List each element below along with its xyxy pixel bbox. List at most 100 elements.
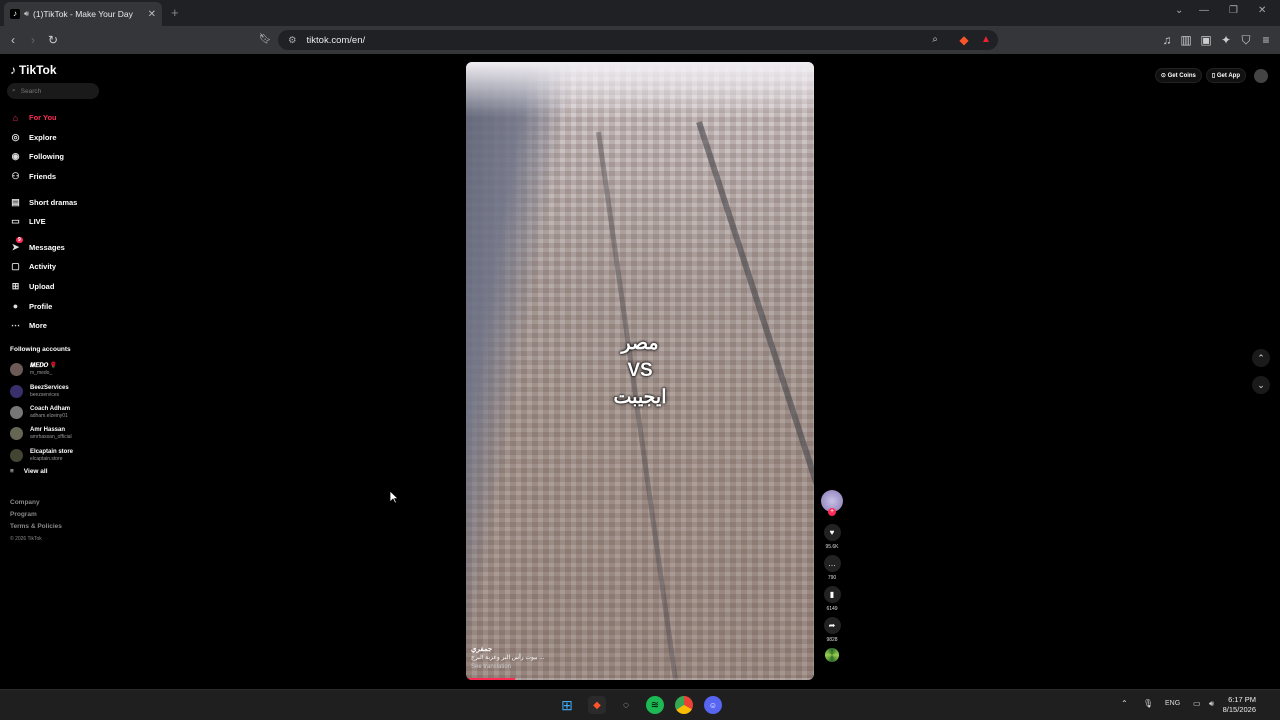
search-input[interactable]: ⌕ Search — [7, 83, 99, 99]
home-icon: ⌂ — [12, 112, 19, 123]
share-action[interactable]: ➦ 9828 — [820, 617, 844, 645]
view-all-button[interactable]: ≡ View all — [10, 468, 48, 475]
chevron-up-icon: ⌃ — [1257, 352, 1265, 363]
footer-program-link[interactable]: Program — [10, 509, 62, 521]
minimize-icon[interactable]: — — [1199, 5, 1209, 16]
show-hidden-icons-icon[interactable]: ⌃ — [1121, 699, 1128, 708]
app-icon[interactable]: ◌ — [617, 696, 635, 714]
nav-explore[interactable]: ◎ Explore — [10, 128, 110, 148]
account-item[interactable]: BeezServices beezservices — [10, 380, 110, 401]
nav-activity[interactable]: ▢ Activity — [10, 257, 110, 277]
media-icon[interactable]: ♫ — [1159, 32, 1175, 48]
bookmark-icon[interactable]: ▮ — [823, 586, 841, 603]
network-icon[interactable]: ▭ — [1193, 699, 1201, 708]
avatar — [10, 384, 23, 398]
nav-following[interactable]: ◉ Following — [10, 147, 110, 167]
nav-upload[interactable]: ⊞ Upload — [10, 277, 110, 297]
heart-icon[interactable]: ♥ — [823, 524, 841, 541]
messages-badge: 9 — [16, 236, 23, 243]
sidebar-icon[interactable]: ▥ — [1178, 32, 1194, 48]
reload-icon[interactable]: ↻ — [45, 32, 61, 48]
microphone-icon[interactable]: 🎙︎ — [1143, 699, 1153, 708]
windows-start-icon[interactable]: ⊞ — [558, 696, 576, 714]
new-tab-button[interactable]: + — [171, 5, 179, 20]
follow-plus-icon[interactable]: + — [828, 508, 836, 516]
tiktok-logo[interactable]: ♪ TikTok — [10, 63, 57, 77]
discord-icon[interactable]: ☺ — [704, 696, 722, 714]
get-app-button[interactable]: ▯ Get App — [1205, 68, 1246, 83]
spotify-icon[interactable]: ≋ — [646, 696, 664, 714]
nav-live[interactable]: ▭ LIVE — [10, 212, 110, 232]
system-clock[interactable]: 6:17 PM 8/15/2026 — [1223, 695, 1256, 715]
vpn-icon[interactable]: ⛉ — [1238, 32, 1254, 48]
window-close-icon[interactable]: ✕ — [1258, 5, 1266, 16]
close-tab-icon[interactable]: ✕ — [148, 9, 156, 20]
comment-icon[interactable]: … — [823, 555, 841, 572]
account-item[interactable]: Amr Hassan amrhassan_official — [10, 423, 110, 444]
back-icon[interactable]: ‹ — [5, 32, 21, 48]
nav-short-dramas[interactable]: ▤ Short dramas — [10, 192, 110, 212]
nav-friends[interactable]: ⚇ Friends — [10, 167, 110, 187]
brave-shields-icon[interactable]: ◆ — [956, 32, 972, 48]
sidebar-nav: ⌂ For You ◎ Explore ◉ Following ⚇ Friends ▤ S… — [10, 108, 110, 336]
nav-more[interactable]: ⋯ More — [10, 316, 110, 336]
audio-playing-icon[interactable]: 🔊︎ — [24, 9, 29, 19]
music-disc-icon[interactable] — [825, 648, 839, 662]
get-coins-button[interactable]: ⊙ Get Coins — [1154, 68, 1202, 83]
volume-icon[interactable]: 🔊︎ — [1209, 699, 1214, 709]
account-item[interactable]: Coach Adham adham.elzeiny01 — [10, 402, 110, 423]
footer-company-link[interactable]: Company — [10, 497, 62, 509]
like-action[interactable]: ♥ 95.6K — [820, 524, 844, 552]
video-progress-bar[interactable] — [466, 678, 814, 680]
live-icon: ▭ — [11, 216, 20, 227]
previous-video-button[interactable]: ⌃ — [1252, 349, 1270, 367]
tiktok-favicon-icon: ♪ — [10, 9, 20, 19]
user-avatar[interactable] — [1254, 68, 1268, 83]
language-indicator[interactable]: ENG — [1165, 700, 1180, 707]
video-author[interactable]: جمفري — [471, 645, 544, 654]
video-actions: + ♥ 95.6K … 790 ▮ 6149 ➦ 9828 — [820, 490, 844, 662]
bookmark-icon[interactable]: 🔖︎ — [257, 32, 273, 48]
brave-rewards-icon[interactable]: ▲ — [978, 32, 994, 48]
os-taskbar: ⊞ ◆ ◌ ≋ ☺ ⌃ 🎙︎ ENG ▭ 🔊︎ 6:17 PM 8/15/202… — [0, 689, 1280, 720]
upload-icon: ⊞ — [11, 281, 20, 292]
footer-terms-link[interactable]: Terms & Policies — [10, 521, 62, 533]
see-translation-link[interactable]: See translation — [471, 663, 544, 672]
nav-profile[interactable]: ● Profile — [10, 296, 110, 316]
browser-tab-bar: ♪ 🔊︎ (1)TikTok - Make Your Day ✕ + ⌄ — ❐… — [0, 0, 1280, 26]
nav-messages[interactable]: ➤ 9 Messages — [10, 236, 110, 258]
maximize-icon[interactable]: ❐ — [1229, 5, 1238, 16]
video-player[interactable]: مصر VS ايجيبت جمفري بيوت رأس البر وعزبة … — [466, 62, 814, 680]
save-action[interactable]: ▮ 6149 — [820, 586, 844, 614]
search-icon: ⌕ — [12, 87, 16, 94]
tab-search-icon[interactable]: ⌄ — [1175, 5, 1183, 16]
share-icon[interactable]: ➦ — [823, 617, 841, 634]
creator-avatar[interactable]: + — [821, 490, 843, 516]
next-video-button[interactable]: ⌄ — [1252, 376, 1270, 394]
forward-icon[interactable]: › — [25, 32, 41, 48]
following-icon: ◉ — [11, 151, 20, 162]
following-accounts-list: 𝑴𝑬𝑫𝑶 🌹 m_medo_ BeezServices beezservices C… — [10, 359, 110, 466]
leo-ai-icon[interactable]: ✦ — [1218, 32, 1234, 48]
chevron-down-icon: ⌄ — [1257, 379, 1265, 390]
nav-for-you[interactable]: ⌂ For You — [10, 108, 110, 128]
comment-action[interactable]: … 790 — [820, 555, 844, 583]
menu-icon[interactable]: ≡ — [1258, 32, 1274, 48]
chrome-icon[interactable] — [675, 696, 693, 714]
wallet-icon[interactable]: ▣ — [1198, 32, 1214, 48]
brave-browser-icon[interactable]: ◆ — [588, 696, 606, 714]
compass-icon: ◎ — [11, 131, 20, 142]
site-info-icon[interactable]: ⚙︎ — [288, 35, 297, 46]
video-frame-sky — [466, 62, 814, 117]
save-count: 6149 — [826, 606, 838, 612]
video-caption: بيوت رأس البر وعزبة البرج ... — [471, 655, 545, 661]
video-progress-fill — [466, 678, 515, 680]
comment-count: 790 — [827, 575, 837, 581]
account-item[interactable]: 𝑴𝑬𝑫𝑶 🌹 m_medo_ — [10, 359, 110, 380]
address-bar[interactable]: ⚙︎ tiktok.com/en/ — [278, 30, 998, 50]
account-item[interactable]: Elcaptain store elcaptain.store — [10, 445, 110, 466]
drama-icon: ▤ — [11, 196, 20, 207]
zoom-icon[interactable]: ⌕ — [927, 32, 943, 48]
browser-tab[interactable]: ♪ 🔊︎ (1)TikTok - Make Your Day ✕ — [4, 2, 162, 26]
like-count: 95.6K — [825, 544, 839, 550]
